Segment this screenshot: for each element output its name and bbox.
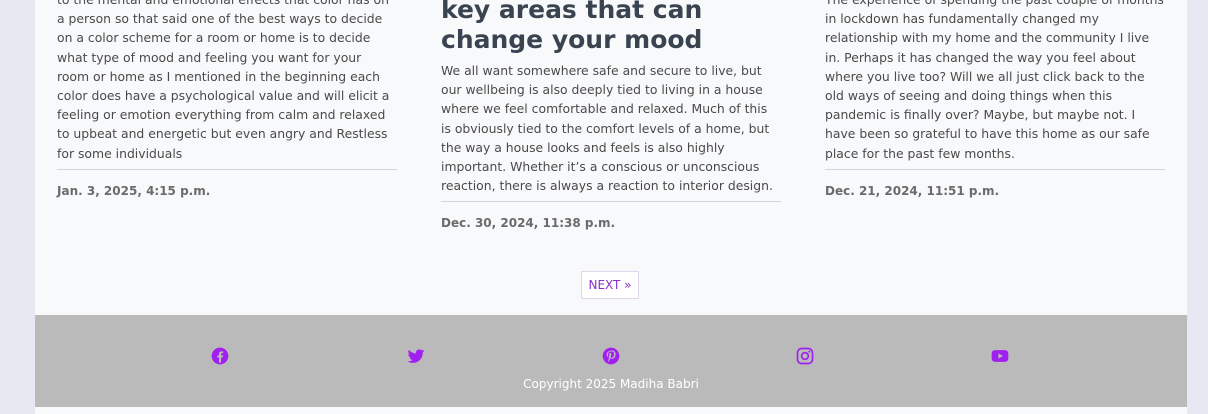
post-date: Jan. 3, 2025, 4:15 p.m. xyxy=(57,183,211,198)
post-excerpt: The experience of spending the past coup… xyxy=(825,0,1164,161)
next-page-button[interactable]: NEXT » xyxy=(581,271,639,299)
post-date: Dec. 21, 2024, 11:51 p.m. xyxy=(825,183,1000,198)
post-title[interactable]: key areas that can change your mood xyxy=(441,0,781,55)
facebook-icon[interactable] xyxy=(210,346,230,366)
post-card: key areas that can change your mood We a… xyxy=(441,0,781,230)
instagram-icon[interactable] xyxy=(795,346,815,366)
twitter-icon[interactable] xyxy=(406,346,426,366)
post-card: to the mental and emotional effects that… xyxy=(57,0,397,198)
copyright-text: Copyright 2025 Madiha Babri xyxy=(523,377,699,391)
post-card: The experience of spending the past coup… xyxy=(825,0,1165,198)
post-excerpt: to the mental and emotional effects that… xyxy=(57,0,390,161)
post-divider xyxy=(57,168,397,170)
youtube-icon[interactable] xyxy=(990,346,1010,366)
post-divider xyxy=(441,201,781,203)
pinterest-icon[interactable] xyxy=(601,346,621,366)
post-date: Dec. 30, 2024, 11:38 p.m. xyxy=(441,216,616,231)
footer: Copyright 2025 Madiha Babri xyxy=(35,315,1187,407)
post-divider xyxy=(825,168,1165,170)
post-excerpt: We all want somewhere safe and secure to… xyxy=(441,63,773,194)
